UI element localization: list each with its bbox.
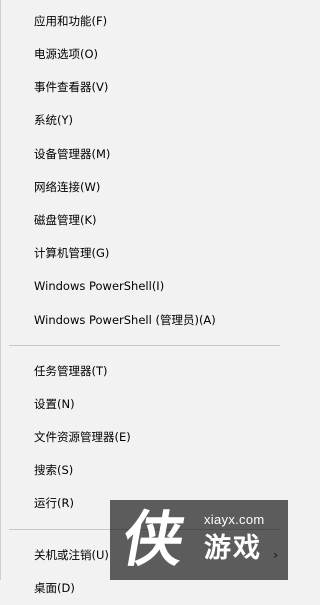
menu-item-settings[interactable]: 设置(N) [1,388,288,421]
menu-group-session: 关机或注销(U) › 桌面(D) [1,539,288,605]
menu-item-file-explorer[interactable]: 文件资源管理器(E) [1,421,288,454]
menu-item-label: 关机或注销(U) [34,547,109,562]
menu-item-label: Windows PowerShell (管理员)(A) [34,312,216,327]
menu-item-label: 系统(Y) [34,113,73,128]
menu-item-label: 网络连接(W) [34,179,101,194]
menu-item-windows-powershell[interactable]: Windows PowerShell(I) [1,271,288,304]
menu-item-windows-powershell-admin[interactable]: Windows PowerShell (管理员)(A) [1,304,288,337]
menu-group-system-tools: 应用和功能(F) 电源选项(O) 事件查看器(V) 系统(Y) 设备管理器(M)… [1,0,288,337]
menu-item-label: 文件资源管理器(E) [34,430,131,445]
winx-context-menu: 应用和功能(F) 电源选项(O) 事件查看器(V) 系统(Y) 设备管理器(M)… [0,0,288,593]
menu-separator [9,344,280,346]
menu-item-task-manager[interactable]: 任务管理器(T) [1,355,288,388]
menu-item-device-manager[interactable]: 设备管理器(M) [1,138,288,171]
menu-item-event-viewer[interactable]: 事件查看器(V) [1,71,288,104]
menu-item-label: 磁盘管理(K) [34,212,97,227]
menu-item-shutdown-or-sign-out[interactable]: 关机或注销(U) › [1,539,288,572]
menu-item-label: 事件查看器(V) [34,80,109,95]
menu-item-label: 应用和功能(F) [34,13,108,28]
menu-item-disk-management[interactable]: 磁盘管理(K) [1,204,288,237]
menu-item-label: 设置(N) [34,396,75,411]
menu-group-shell: 任务管理器(T) 设置(N) 文件资源管理器(E) 搜索(S) 运行(R) [1,355,288,521]
menu-item-network-connections[interactable]: 网络连接(W) [1,171,288,204]
menu-item-search[interactable]: 搜索(S) [1,454,288,487]
menu-item-apps-and-features[interactable]: 应用和功能(F) [1,5,288,38]
chevron-right-icon: › [273,548,278,563]
menu-item-label: 桌面(D) [34,580,75,595]
menu-item-run[interactable]: 运行(R) [1,488,288,521]
menu-item-label: 计算机管理(G) [34,246,110,261]
menu-item-label: 任务管理器(T) [34,363,108,378]
menu-item-label: 搜索(S) [34,463,74,478]
menu-item-label: Windows PowerShell(I) [34,279,165,294]
menu-item-label: 运行(R) [34,496,74,511]
menu-item-computer-management[interactable]: 计算机管理(G) [1,237,288,270]
menu-item-system[interactable]: 系统(Y) [1,105,288,138]
menu-item-power-options[interactable]: 电源选项(O) [1,38,288,71]
menu-item-label: 电源选项(O) [34,47,99,62]
menu-separator [9,528,280,530]
menu-item-label: 设备管理器(M) [34,146,111,161]
menu-item-desktop[interactable]: 桌面(D) [1,572,288,605]
